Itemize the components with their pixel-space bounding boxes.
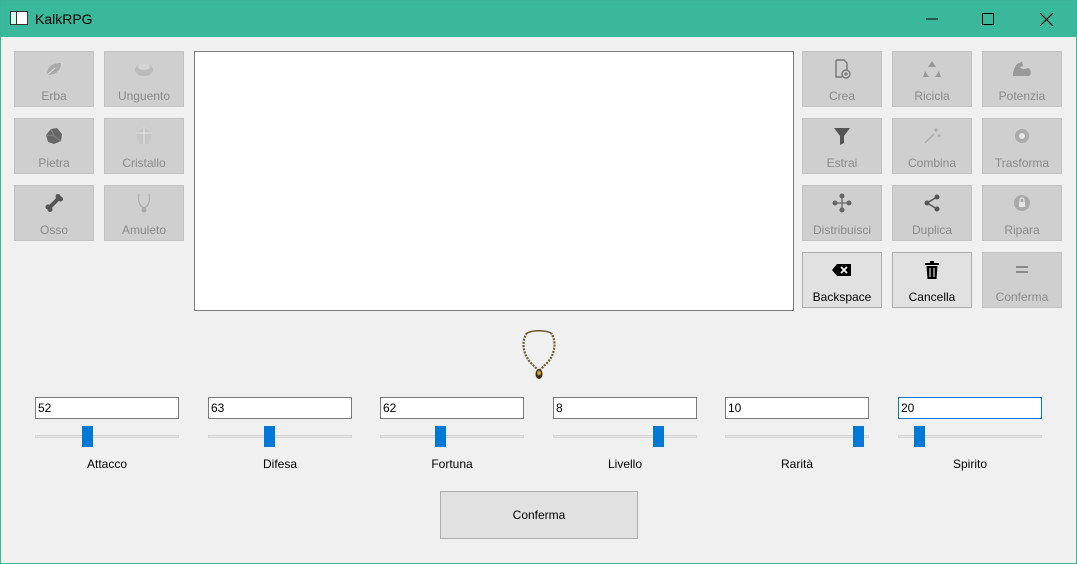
equals-icon [1016, 266, 1028, 273]
combina-label: Combina [907, 156, 957, 170]
slider-track [208, 435, 352, 438]
sparkle-wand-icon [924, 128, 941, 144]
livello-slider[interactable] [553, 426, 697, 448]
estrai-label: Estrai [826, 156, 858, 170]
erba-label: Erba [41, 89, 67, 103]
backspace-label: Backspace [812, 290, 872, 304]
trasforma-button[interactable]: Trasforma [982, 118, 1062, 174]
distribuisci-button[interactable]: Distribuisci [802, 185, 882, 241]
conferma-button[interactable]: Conferma [440, 491, 638, 539]
spirito-label: Spirito [952, 457, 987, 471]
pietra-button[interactable]: Pietra [14, 118, 94, 174]
osso-button[interactable]: Osso [14, 185, 94, 241]
funnel-icon [834, 128, 850, 145]
distribuisci-label: Distribuisci [812, 223, 871, 237]
leaf-icon [46, 63, 61, 76]
potenzia-button[interactable]: Potenzia [982, 51, 1062, 107]
attacco-input[interactable] [35, 397, 179, 419]
combina-button[interactable]: Combina [892, 118, 972, 174]
difesa-input[interactable] [208, 397, 352, 419]
rarita-slider[interactable] [725, 426, 869, 448]
ripara-button[interactable]: Ripara [982, 185, 1062, 241]
amulet-icon [137, 193, 151, 213]
transform-circle-icon [1015, 129, 1029, 143]
duplica-button[interactable]: Duplica [892, 185, 972, 241]
ricicla-label: Ricicla [914, 89, 950, 103]
rarita-label: Rarità [780, 457, 813, 471]
rarita-input[interactable] [725, 397, 869, 419]
fortuna-input[interactable] [380, 397, 524, 419]
crea-button[interactable]: Crea [802, 51, 882, 107]
app-window: KalkRPG Erba Unguento Pietra Cristallo O… [0, 0, 1077, 564]
ripara-label: Ripara [1004, 223, 1040, 237]
slider-track [725, 435, 869, 438]
fortuna-label: Fortuna [431, 457, 473, 471]
trash-icon [925, 261, 939, 279]
slider-thumb[interactable] [853, 426, 864, 447]
app-window-icon [10, 11, 28, 25]
conferma-small-label: Conferma [995, 290, 1049, 304]
slider-track [553, 435, 697, 438]
conferma-small-button[interactable]: Conferma [982, 252, 1062, 308]
unguento-label: Unguento [117, 89, 171, 103]
erba-button[interactable]: Erba [14, 51, 94, 107]
slider-thumb[interactable] [435, 426, 446, 447]
maximize-button[interactable] [959, 1, 1017, 37]
cancella-button[interactable]: Cancella [892, 252, 972, 308]
amuleto-label: Amuleto [121, 223, 167, 237]
crystal-icon [136, 127, 152, 144]
close-button[interactable] [1017, 1, 1075, 37]
slider-track [380, 435, 524, 438]
close-icon [1039, 12, 1053, 26]
window-title: KalkRPG [35, 11, 93, 27]
attacco-label: Attacco [86, 457, 128, 471]
maximize-icon [982, 13, 994, 25]
amulet-preview-icon [522, 330, 556, 379]
potenzia-label: Potenzia [998, 89, 1046, 103]
recycle-icon [923, 61, 941, 77]
slider-track [35, 435, 179, 438]
pietra-label: Pietra [38, 156, 70, 170]
share-icon [924, 194, 940, 212]
amuleto-button[interactable]: Amuleto [104, 185, 184, 241]
create-file-icon [835, 59, 851, 79]
cristallo-button[interactable]: Cristallo [104, 118, 184, 174]
duplica-label: Duplica [911, 223, 953, 237]
cristallo-label: Cristallo [122, 156, 166, 170]
rock-icon [45, 128, 62, 144]
spirito-input[interactable] [898, 397, 1042, 419]
bone-icon [45, 194, 63, 212]
muscle-arm-icon [1013, 62, 1031, 76]
slider-thumb[interactable] [914, 426, 925, 447]
slider-thumb[interactable] [82, 426, 93, 447]
trasforma-label: Trasforma [994, 156, 1050, 170]
livello-input[interactable] [553, 397, 697, 419]
slider-thumb[interactable] [264, 426, 275, 447]
unguento-button[interactable]: Unguento [104, 51, 184, 107]
fortuna-slider[interactable] [380, 426, 524, 448]
estrai-button[interactable]: Estrai [802, 118, 882, 174]
osso-label: Osso [39, 223, 68, 237]
attacco-slider[interactable] [35, 426, 179, 448]
distribute-nodes-icon [832, 193, 852, 213]
output-display[interactable] [194, 51, 794, 311]
difesa-label: Difesa [262, 457, 297, 471]
minimize-icon [926, 18, 938, 20]
ointment-bowl-icon [135, 64, 153, 76]
livello-label: Livello [607, 457, 643, 471]
slider-thumb[interactable] [653, 426, 664, 447]
cancella-label: Cancella [908, 290, 956, 304]
backspace-button[interactable]: Backspace [802, 252, 882, 308]
spirito-slider[interactable] [898, 426, 1042, 448]
crea-label: Crea [828, 89, 855, 103]
repair-lock-icon [1014, 195, 1030, 211]
difesa-slider[interactable] [208, 426, 352, 448]
backspace-icon [832, 264, 851, 276]
title-bar[interactable]: KalkRPG [1, 1, 1076, 37]
ricicla-button[interactable]: Ricicla [892, 51, 972, 107]
minimize-button[interactable] [903, 1, 961, 37]
